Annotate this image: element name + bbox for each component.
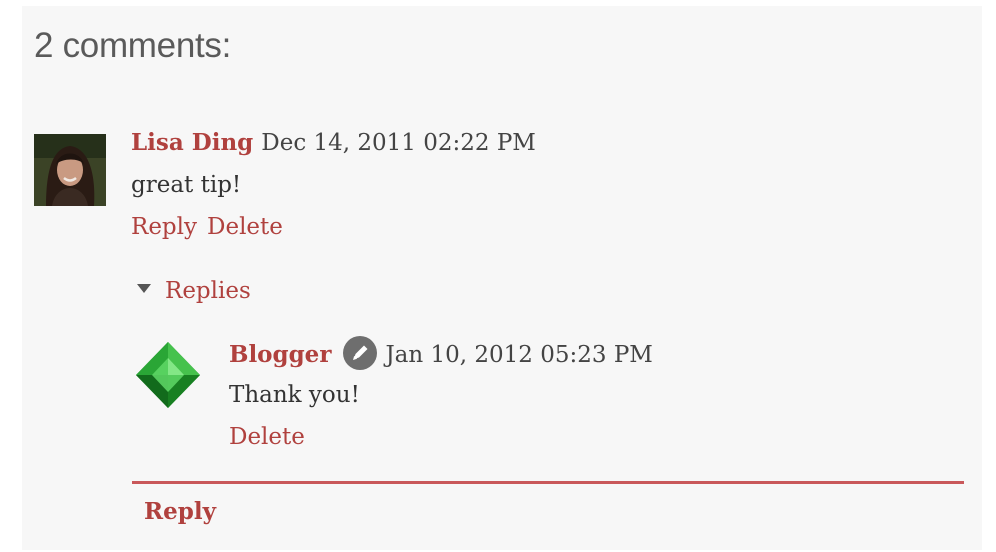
add-reply-button[interactable]: Reply — [144, 498, 216, 525]
user-photo-icon — [34, 134, 106, 206]
comment-header: Lisa Ding Dec 14, 2011 02:22 PM — [131, 129, 536, 156]
pencil-icon — [343, 336, 378, 370]
comment-actions: Reply Delete — [131, 214, 283, 240]
delete-button[interactable]: Delete — [207, 214, 283, 240]
comments-heading: 2 comments: — [34, 26, 232, 65]
replies-toggle-label: Replies — [165, 278, 251, 304]
avatar[interactable] — [134, 340, 202, 410]
avatar[interactable] — [34, 134, 106, 206]
reply-author-link[interactable]: Blogger — [229, 341, 331, 368]
green-gem-icon — [136, 342, 200, 408]
reply-header: Blogger Jan 10, 2012 05:23 PM — [229, 336, 653, 373]
reply-button[interactable]: Reply — [131, 214, 197, 240]
replies-toggle[interactable]: Replies — [137, 278, 251, 304]
reply-delete-button[interactable]: Delete — [229, 424, 305, 450]
comment-text: great tip! — [131, 172, 242, 198]
caret-down-icon — [137, 283, 151, 293]
comment-date-link[interactable]: Dec 14, 2011 02:22 PM — [261, 130, 536, 156]
reply-date-link[interactable]: Jan 10, 2012 05:23 PM — [385, 342, 652, 368]
reply-text: Thank you! — [229, 382, 360, 408]
comment-author-link[interactable]: Lisa Ding — [131, 129, 253, 156]
divider — [132, 481, 964, 484]
